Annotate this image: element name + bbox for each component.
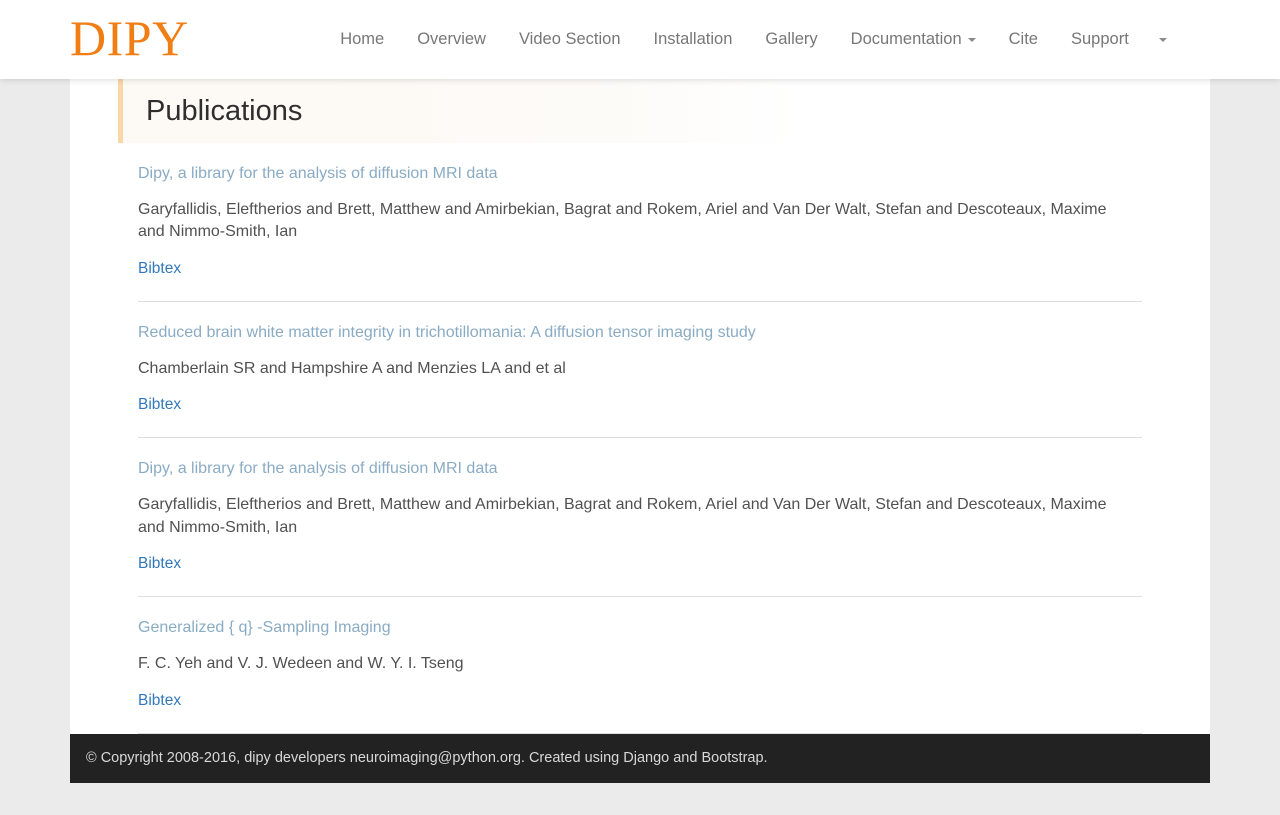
publication-entry: Generalized { q} -Sampling Imaging F. C.… [138, 597, 1142, 734]
content-container: Publications Dipy, a library for the ana… [70, 79, 1210, 734]
nav-extra-dropdown-toggle[interactable] [1145, 0, 1181, 79]
publication-bibtex-link[interactable]: Bibtex [138, 380, 181, 437]
primary-navigation: Home Overview Video Section Installation… [324, 0, 1182, 79]
nav-item-label: Home [340, 30, 385, 48]
nav-item-installation[interactable]: Installation [637, 0, 749, 79]
publication-entry: Reduced brain white matter integrity in … [138, 302, 1142, 439]
nav-item-gallery[interactable]: Gallery [749, 0, 834, 79]
publication-bibtex-link[interactable]: Bibtex [138, 676, 181, 733]
nav-item-label: Installation [653, 30, 733, 48]
nav-item-label: Gallery [765, 30, 818, 48]
nav-item-label: Cite [1008, 30, 1038, 48]
publication-title-link[interactable]: Generalized { q} -Sampling Imaging [138, 597, 1142, 639]
publication-authors: F. C. Yeh and V. J. Wedeen and W. Y. I. … [138, 654, 464, 672]
nav-item-label: Overview [417, 30, 486, 48]
publication-entry: Dipy, a library for the analysis of diff… [138, 143, 1142, 303]
site-footer: © Copyright 2008-2016, dipy developers n… [70, 733, 1210, 783]
publication-title-link[interactable]: Dipy, a library for the analysis of diff… [138, 143, 1142, 185]
nav-item-label: Support [1070, 30, 1129, 48]
nav-item-label: Video Section [518, 30, 621, 48]
nav-item-home[interactable]: Home [324, 0, 401, 79]
page-body: Publications Dipy, a library for the ana… [0, 79, 1280, 815]
footer-copyright-text: © Copyright 2008-2016, dipy developers n… [86, 750, 768, 767]
publication-entry: Dipy, a library for the analysis of diff… [138, 438, 1142, 598]
nav-item-support[interactable]: Support [1054, 0, 1145, 79]
nav-item-video-section[interactable]: Video Section [502, 0, 637, 79]
page-header: Publications [118, 79, 1210, 144]
main-navbar: DIPY Home Overview Video Section Install… [0, 0, 1280, 79]
nav-item-cite[interactable]: Cite [992, 0, 1054, 79]
chevron-down-icon [1159, 37, 1168, 42]
page-title: Publications [146, 95, 303, 127]
nav-item-overview[interactable]: Overview [401, 0, 503, 79]
chevron-down-icon [967, 37, 976, 42]
publication-authors: Garyfallidis, Eleftherios and Brett, Mat… [138, 495, 1107, 536]
publication-bibtex-link[interactable]: Bibtex [138, 539, 181, 596]
nav-item-documentation[interactable]: Documentation [834, 0, 992, 79]
publication-authors: Garyfallidis, Eleftherios and Brett, Mat… [138, 200, 1107, 241]
nav-item-label: Documentation [850, 30, 962, 48]
publication-authors: Chamberlain SR and Hampshire A and Menzi… [138, 359, 566, 377]
publication-title-link[interactable]: Dipy, a library for the analysis of diff… [138, 438, 1142, 480]
footer-bottom-spacer [0, 782, 1280, 815]
publication-bibtex-link[interactable]: Bibtex [138, 244, 181, 301]
brand-logo-dipy[interactable]: DIPY [70, 13, 189, 67]
publication-title-link[interactable]: Reduced brain white matter integrity in … [138, 302, 1142, 344]
publications-list: Dipy, a library for the analysis of diff… [138, 143, 1142, 734]
